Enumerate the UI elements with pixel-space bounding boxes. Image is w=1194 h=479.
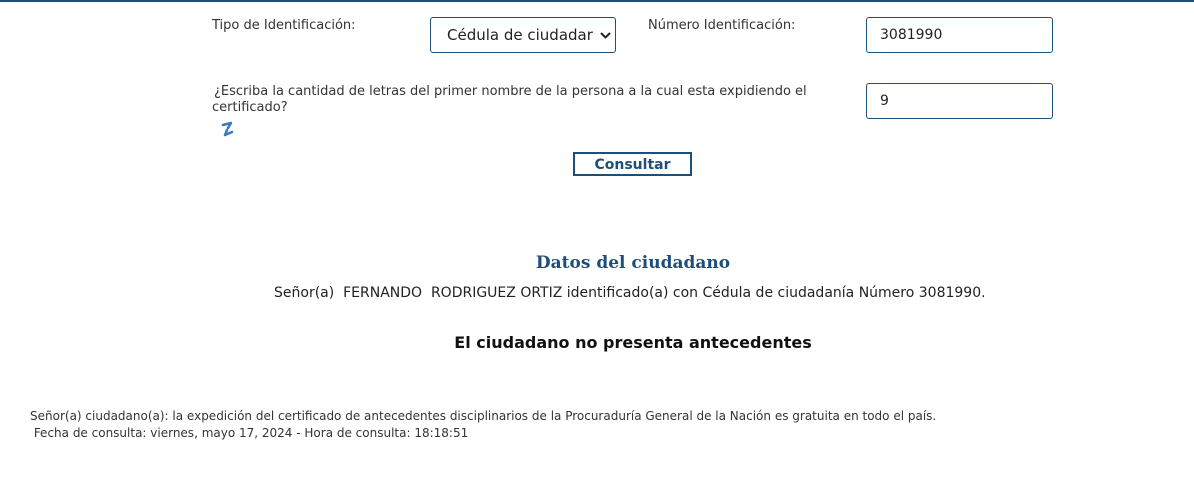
question-line-1: ¿Escriba la cantidad de letras del prime…: [214, 84, 807, 99]
id-type-selected-value: Cédula de ciudadar: [447, 26, 593, 44]
id-type-select[interactable]: Cédula de ciudadar: [430, 17, 616, 53]
refresh-icon[interactable]: [221, 120, 235, 138]
id-type-label: Tipo de Identificación:: [212, 18, 356, 33]
result-status-text: El ciudadano no presenta antecedentes: [454, 333, 812, 352]
citizen-info-text: Señor(a) FERNANDO RODRIGUEZ ORTIZ identi…: [274, 285, 986, 301]
id-number-input[interactable]: 3081990: [866, 17, 1053, 53]
question-line-2: certificado?: [212, 100, 288, 115]
id-number-label: Número Identificación:: [648, 18, 796, 33]
consult-date-text: Fecha de consulta: viernes, mayo 17, 202…: [30, 426, 469, 440]
top-border-line: [0, 0, 1194, 2]
section-title: Datos del ciudadano: [535, 253, 731, 273]
chevron-down-icon: [595, 28, 615, 42]
consultar-button[interactable]: Consultar: [573, 152, 692, 176]
answer-input[interactable]: 9: [866, 83, 1053, 119]
footer-notice: Señor(a) ciudadano(a): la expedición del…: [30, 409, 937, 423]
